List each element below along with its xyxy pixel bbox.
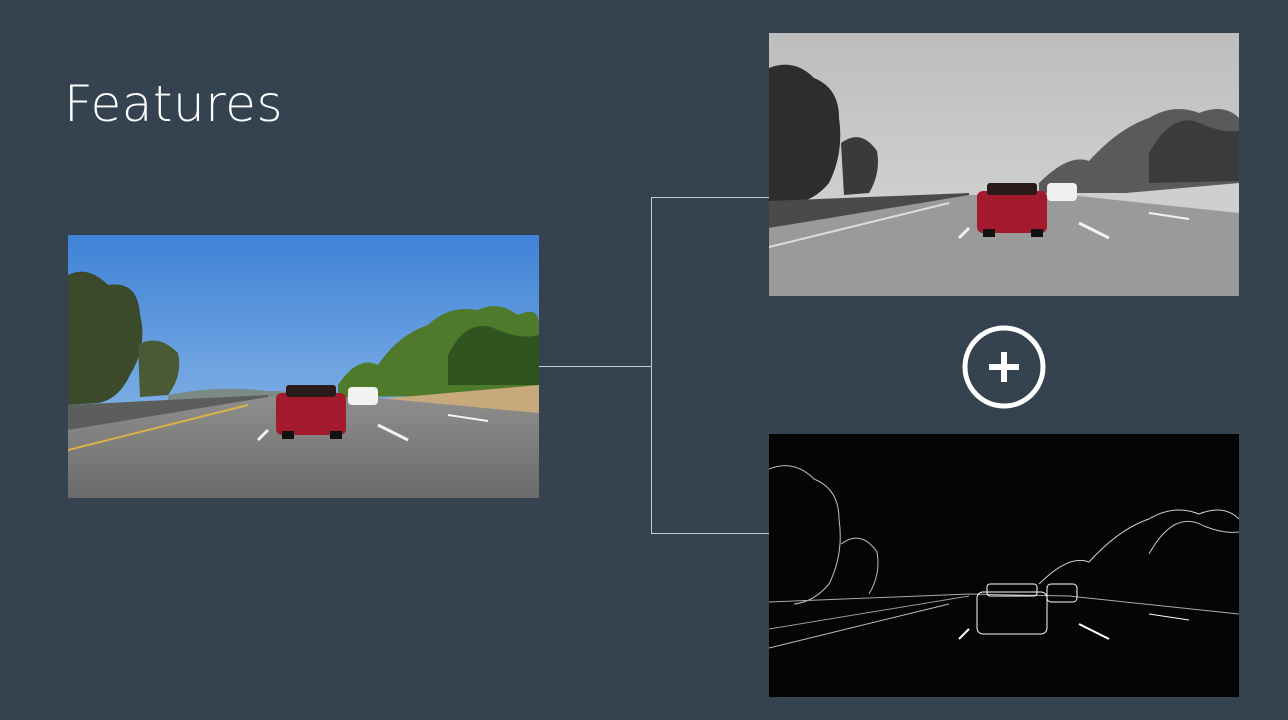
color-road-photo — [68, 235, 539, 498]
connector-vertical — [651, 197, 652, 534]
connector-to-grayscale — [651, 197, 769, 198]
plus-circle-icon — [961, 324, 1047, 410]
connector-to-edges — [651, 533, 769, 534]
grayscale-road-photo — [769, 33, 1239, 296]
slide-title: Features — [64, 75, 283, 133]
connector-horizontal-left — [539, 366, 652, 367]
edge-detection-road-photo — [769, 434, 1239, 697]
